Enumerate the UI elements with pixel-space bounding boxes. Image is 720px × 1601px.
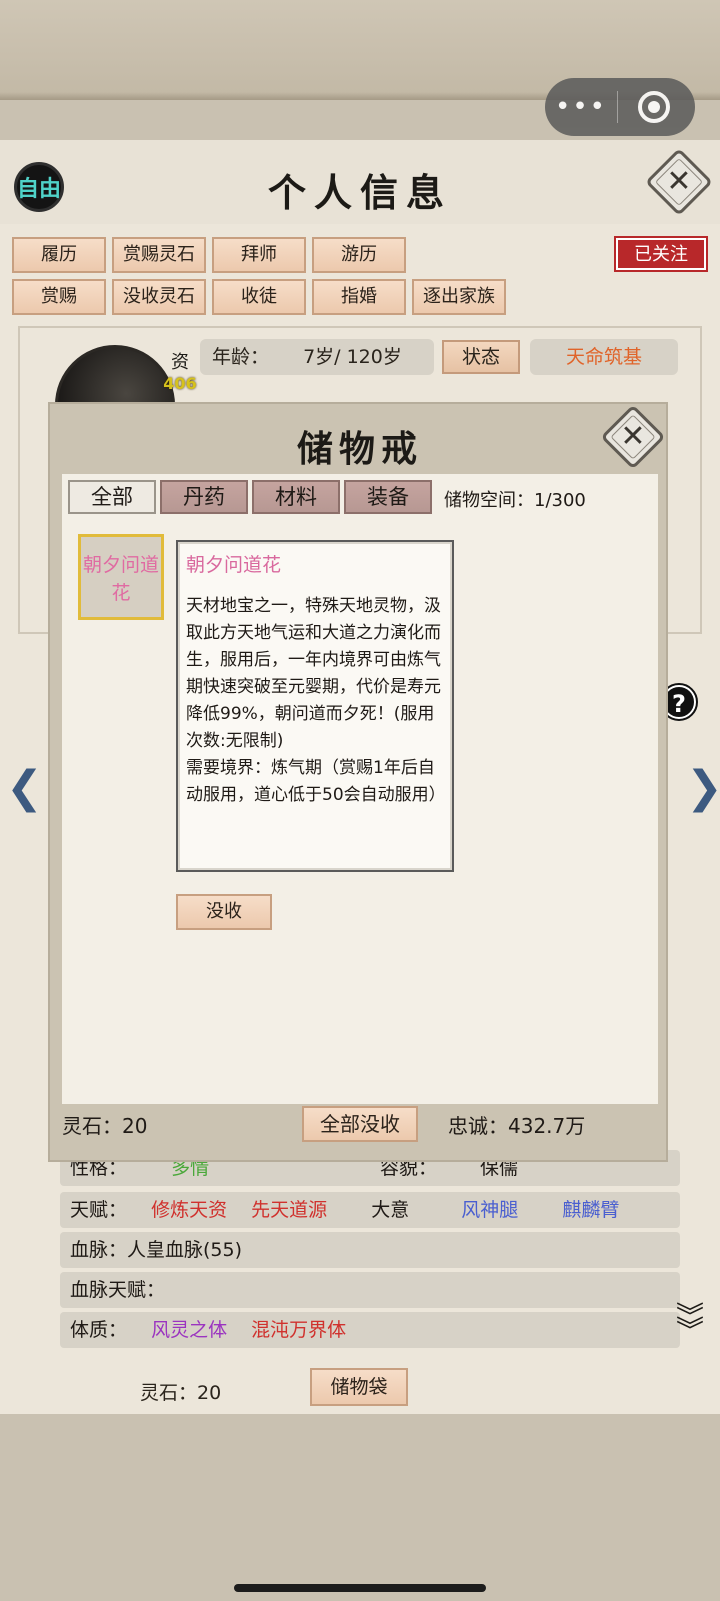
confiscate-button[interactable]: 没收 [176, 894, 272, 930]
modal-title: 储物戒 [296, 428, 423, 470]
close-icon: ✕ [620, 419, 646, 454]
aptitude-badge: 资 406 [163, 352, 197, 393]
header: 自由 个人信息 ✕ [0, 140, 720, 224]
home-indicator [234, 1584, 486, 1592]
talent-5: 麒麟臂 [562, 1199, 620, 1221]
item-slot[interactable]: 朝夕问道花 [78, 534, 164, 620]
talent-4: 风神腿 [461, 1199, 519, 1221]
close-miniprogram-icon[interactable] [638, 91, 670, 123]
physique-1: 风灵之体 [151, 1319, 228, 1341]
tab-equipment[interactable]: 装备 [344, 480, 432, 514]
mini-program-capsule: ••• [545, 78, 695, 136]
history-button[interactable]: 履历 [12, 237, 106, 273]
bloodline-row: 血脉：人皇血脉(55) [60, 1232, 680, 1268]
close-icon: ✕ [666, 164, 692, 199]
realm-value: 天命筑基 [530, 339, 678, 375]
take-master-button[interactable]: 拜师 [212, 237, 306, 273]
loyalty-value: 忠诚：432.7万 [448, 1114, 586, 1138]
age-label: 年龄： [212, 346, 270, 368]
take-disciple-button[interactable]: 收徒 [212, 279, 306, 315]
storage-ring-modal: 储物戒 ✕ 全部 丹药 材料 装备 储物空间：1/300 朝夕问道花 朝夕问道花… [48, 402, 668, 1162]
physique-row: 体质： 风灵之体 混沌万界体 [60, 1312, 680, 1348]
item-name: 朝夕问道花 [186, 554, 282, 576]
expel-family-button[interactable]: 逐出家族 [412, 279, 506, 315]
prev-arrow-icon[interactable]: ❮ [6, 762, 43, 813]
reward-spirit-stone-button[interactable]: 赏赐灵石 [112, 237, 206, 273]
bloodline-talent-row: 血脉天赋： [60, 1272, 680, 1308]
tab-pills[interactable]: 丹药 [160, 480, 248, 514]
tab-all[interactable]: 全部 [68, 480, 156, 514]
travel-button[interactable]: 游历 [312, 237, 406, 273]
page-title: 个人信息 [267, 170, 452, 215]
physique-2: 混沌万界体 [251, 1319, 347, 1341]
age-row: 年龄： 7岁/ 120岁 [200, 339, 434, 375]
next-arrow-icon[interactable]: ❯ [686, 762, 720, 813]
modal-spirit-stone: 灵石：20 [62, 1114, 148, 1138]
talent-3: 大意 [371, 1199, 410, 1221]
expand-down-icon[interactable]: ︾ ︾ [676, 1303, 704, 1345]
tab-materials[interactable]: 材料 [252, 480, 340, 514]
modal-body: 全部 丹药 材料 装备 储物空间：1/300 朝夕问道花 朝夕问道花 天材地宝之… [62, 474, 658, 1104]
more-icon[interactable]: ••• [545, 78, 617, 136]
item-description-box: 朝夕问道花 天材地宝之一，特殊天地灵物，汲取此方天地气运和大道之力演化而生，服用… [176, 540, 454, 872]
talent-row: 天赋： 修炼天资 先天道源 大意 风神腿 麒麟臂 [60, 1192, 680, 1228]
bottom-area [0, 1414, 720, 1601]
bottom-spirit-stone: 灵石：20 [140, 1382, 222, 1404]
item-description: 天材地宝之一，特殊天地灵物，汲取此方天地气运和大道之力演化而生，服用后，一年内境… [186, 596, 446, 805]
status-button[interactable]: 状态 [442, 340, 520, 374]
arrange-marriage-button[interactable]: 指婚 [312, 279, 406, 315]
confiscate-all-button[interactable]: 全部没收 [302, 1106, 418, 1142]
age-value: 7岁/ 120岁 [303, 346, 402, 368]
confiscate-spirit-stone-button[interactable]: 没收灵石 [112, 279, 206, 315]
storage-capacity: 储物空间：1/300 [444, 490, 586, 511]
follow-button[interactable]: 已关注 [614, 236, 708, 272]
talent-2: 先天道源 [251, 1199, 328, 1221]
reward-button[interactable]: 赏赐 [12, 279, 106, 315]
storage-bag-button[interactable]: 储物袋 [310, 1368, 408, 1406]
talent-1: 修炼天资 [151, 1199, 228, 1221]
